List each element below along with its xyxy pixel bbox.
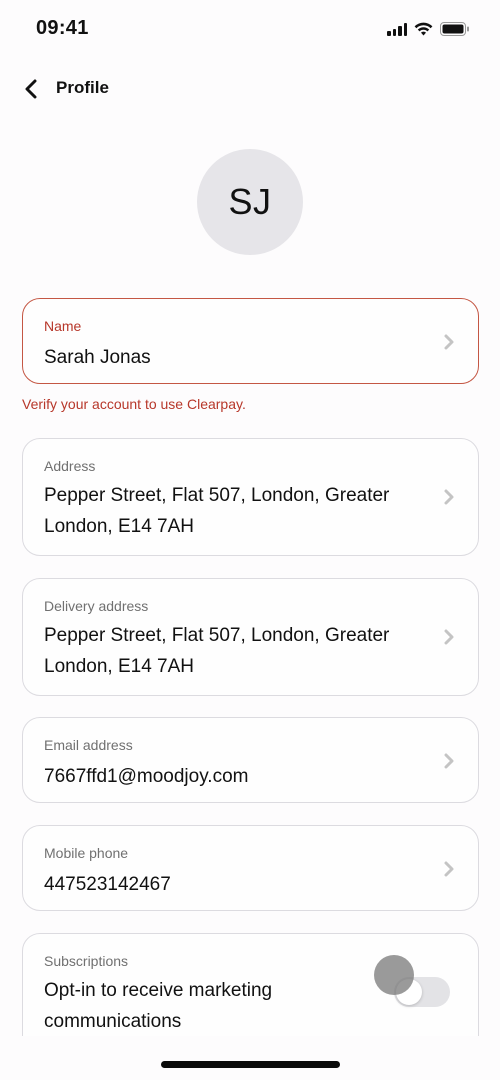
delivery-address-field[interactable]: Delivery address Pepper Street, Flat 507… — [22, 578, 479, 696]
avatar: SJ — [197, 149, 303, 255]
address-value: Pepper Street, Flat 507, London, Greater… — [44, 485, 390, 537]
mobile-phone-label: Mobile phone — [44, 845, 129, 861]
home-indicator — [161, 1061, 340, 1068]
chevron-right-icon — [442, 627, 456, 647]
profile-screen: 09:41 Profile SJ Name Sarah Jonas Verify… — [0, 0, 500, 1080]
touch-indicator — [374, 955, 414, 995]
subscriptions-description: Opt-in to receive marketing communicatio… — [44, 980, 273, 1032]
name-error-message: Verify your account to use Clearpay. — [22, 396, 246, 412]
address-field[interactable]: Address Pepper Street, Flat 507, London,… — [22, 438, 479, 556]
name-label: Name — [44, 318, 82, 334]
chevron-right-icon — [442, 332, 456, 352]
name-value: Sarah Jonas — [44, 347, 151, 368]
battery-icon — [440, 22, 470, 36]
name-field[interactable]: Name Sarah Jonas — [22, 298, 479, 384]
mobile-phone-field[interactable]: Mobile phone 447523142467 — [22, 825, 479, 911]
chevron-right-icon — [442, 751, 456, 771]
email-field[interactable]: Email address 7667ffd1@moodjoy.com — [22, 717, 479, 803]
chevron-left-icon — [25, 79, 37, 99]
nav-bar: Profile — [0, 70, 500, 108]
chevron-right-icon — [442, 859, 456, 879]
address-label: Address — [44, 458, 96, 474]
bottom-safe-area — [0, 1036, 500, 1080]
email-value: 7667ffd1@moodjoy.com — [44, 766, 249, 787]
mobile-phone-value: 447523142467 — [44, 874, 171, 895]
email-label: Email address — [44, 737, 133, 753]
back-button[interactable] — [18, 76, 44, 102]
status-bar: 09:41 — [0, 0, 500, 60]
wifi-icon — [414, 22, 433, 36]
cellular-signal-icon — [387, 22, 407, 36]
subscriptions-label: Subscriptions — [44, 953, 129, 969]
chevron-right-icon — [442, 487, 456, 507]
status-time: 09:41 — [36, 17, 89, 39]
page-title: Profile — [56, 78, 109, 97]
delivery-address-label: Delivery address — [44, 598, 149, 614]
delivery-address-value: Pepper Street, Flat 507, London, Greater… — [44, 625, 390, 677]
status-icons — [387, 22, 470, 36]
